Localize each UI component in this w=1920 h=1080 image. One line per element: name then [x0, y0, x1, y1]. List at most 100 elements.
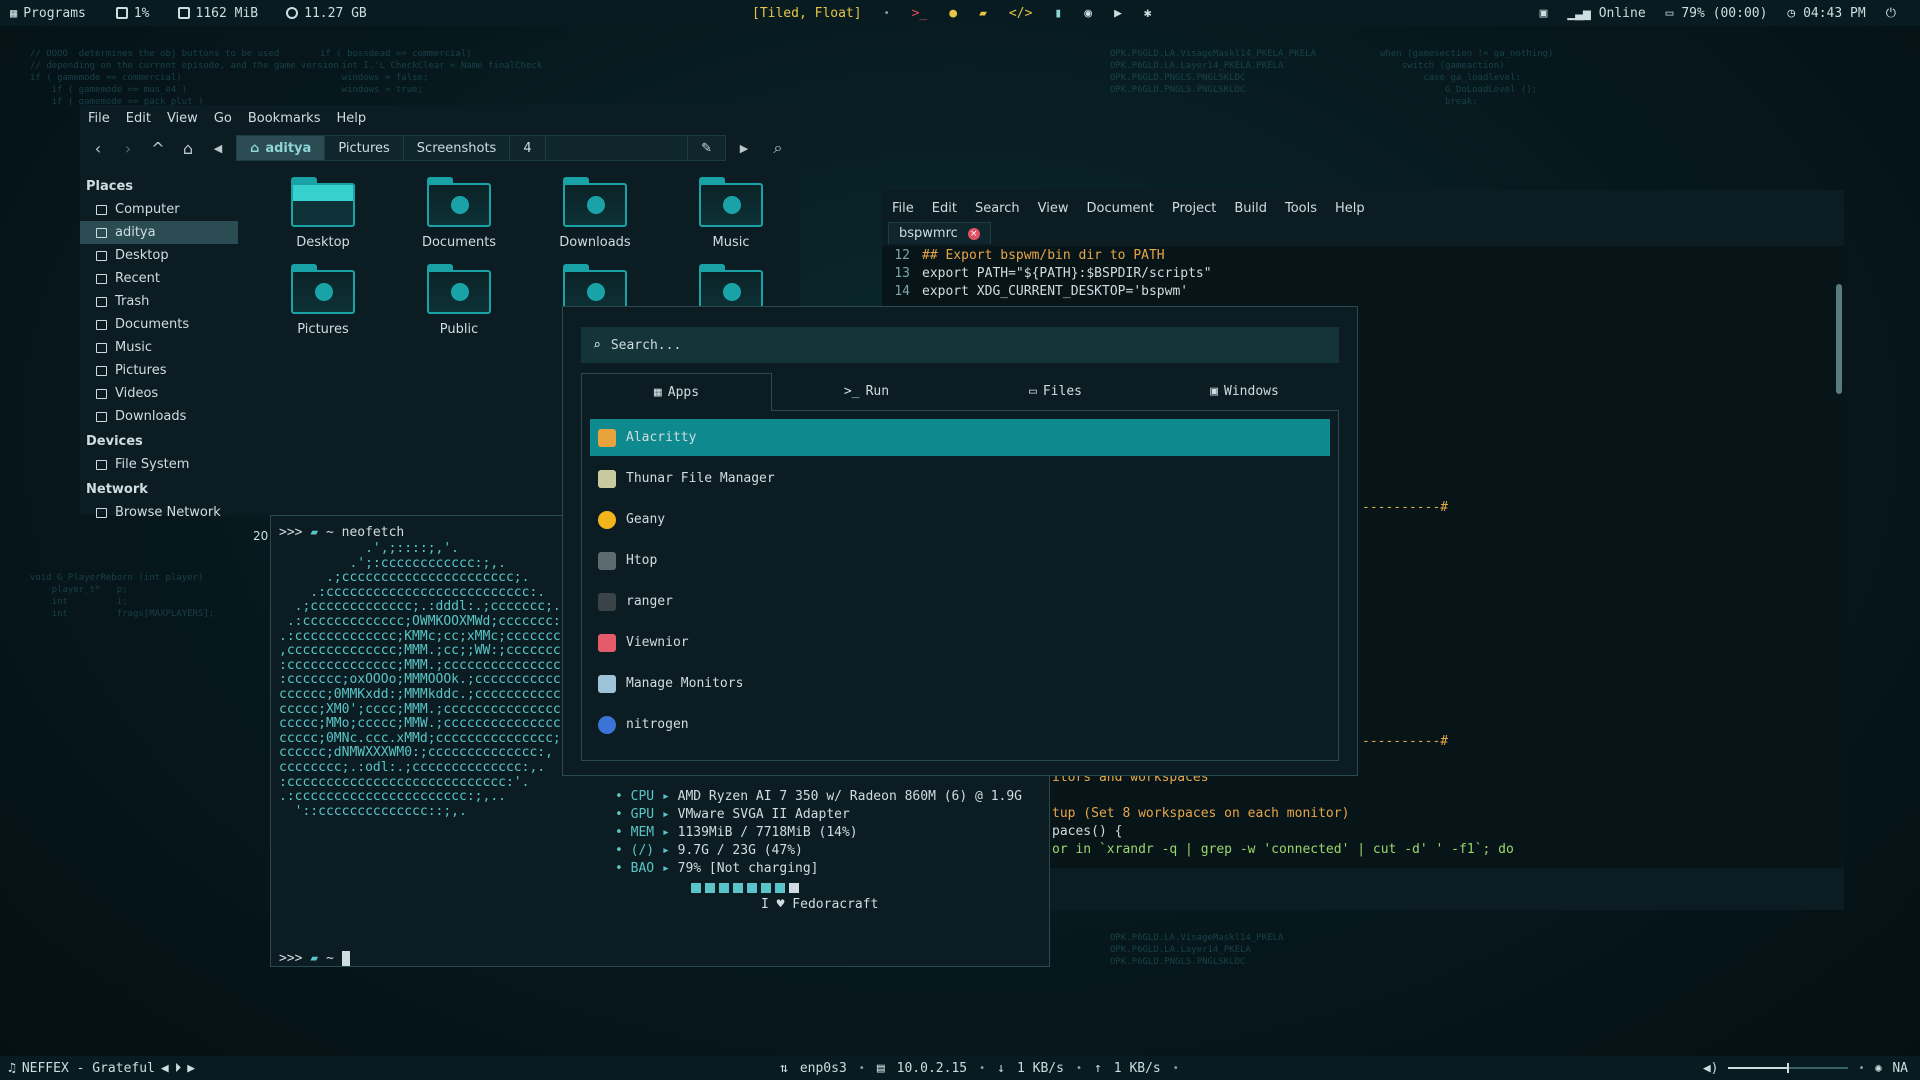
- folder-icon[interactable]: ▰: [979, 6, 987, 21]
- folder-pictures[interactable]: Pictures: [255, 264, 391, 337]
- crumb-4[interactable]: 4: [510, 136, 546, 160]
- sidebar-item-browse-network[interactable]: Browse Network: [80, 501, 240, 524]
- chat-icon[interactable]: ◉: [1084, 6, 1092, 21]
- tab-files[interactable]: ▭ Files: [961, 373, 1150, 411]
- geany-menu-document[interactable]: Document: [1086, 201, 1153, 216]
- power-icon[interactable]: ⏻: [1886, 6, 1896, 21]
- fm-menu-file[interactable]: File: [88, 111, 110, 126]
- wifi-widget[interactable]: ▁▃▅ Online: [1567, 6, 1645, 21]
- crumb-left-icon[interactable]: ◀: [206, 136, 230, 160]
- play-icon[interactable]: ⏵: [175, 1061, 182, 1076]
- geany-menu-file[interactable]: File: [892, 201, 914, 216]
- terminal-icon[interactable]: >_: [912, 6, 928, 21]
- sidebar-item-filesystem[interactable]: File System: [80, 453, 240, 476]
- crumb-pictures[interactable]: Pictures: [325, 136, 404, 160]
- search-input[interactable]: Search...: [611, 338, 681, 353]
- neofetch-art-line: cccccccc;.:odl:.;cccccccccccccc:,.: [279, 760, 546, 775]
- ranger-icon: [598, 592, 616, 611]
- folder-desktop[interactable]: Desktop: [255, 177, 391, 250]
- color-swatch: [733, 883, 743, 893]
- sidebar-item-trash[interactable]: Trash: [80, 290, 240, 313]
- download-icon: ↓: [997, 1060, 1005, 1076]
- volume-slider[interactable]: [1728, 1063, 1849, 1073]
- geany-tab-bspwmrc[interactable]: bspwmrc ×: [888, 222, 991, 244]
- previous-icon[interactable]: ◀: [161, 1061, 169, 1076]
- disk-icon: [286, 7, 299, 19]
- neofetch-art-line: cccccc;dNMWXXXWM0:;cccccccccccccc:,: [279, 745, 553, 761]
- layout-mode[interactable]: [Tiled, Float]: [752, 6, 862, 21]
- sidebar-item-music[interactable]: Music: [80, 336, 240, 359]
- folder-public[interactable]: Public: [391, 264, 527, 337]
- fm-menu-view[interactable]: View: [167, 111, 198, 126]
- geany-menu-build[interactable]: Build: [1234, 201, 1267, 216]
- geany-menu-help[interactable]: Help: [1335, 201, 1365, 216]
- server-icon: ▤: [876, 1060, 885, 1076]
- folder-downloads[interactable]: Downloads: [527, 177, 663, 250]
- neofetch-art-line: .:ccccccccccccc;KMMc;cc;xMMc;ccccccc:.: [279, 628, 577, 644]
- sidebar-item-desktop[interactable]: Desktop: [80, 244, 240, 267]
- upload-icon: ↑: [1093, 1060, 1102, 1076]
- code-icon[interactable]: </>: [1009, 6, 1032, 21]
- pictures-icon: [96, 365, 107, 376]
- app-item-thunar[interactable]: Thunar File Manager: [590, 460, 1330, 497]
- search-icon[interactable]: ⌕: [766, 136, 790, 160]
- crumb-right-icon[interactable]: ▶: [732, 136, 756, 160]
- volume-icon[interactable]: ◀): [1703, 1061, 1719, 1076]
- sidebar-item-videos[interactable]: Videos: [80, 382, 240, 405]
- fm-menu-help[interactable]: Help: [336, 111, 366, 126]
- app-item-alacritty[interactable]: Alacritty: [590, 419, 1330, 456]
- geany-menu-view[interactable]: View: [1038, 201, 1069, 216]
- gear-icon[interactable]: ✱: [1144, 6, 1152, 21]
- forward-icon[interactable]: ›: [116, 136, 140, 160]
- app-item-htop[interactable]: Htop: [590, 542, 1330, 579]
- back-icon[interactable]: ‹: [86, 136, 110, 160]
- sidebar-item-pictures[interactable]: Pictures: [80, 359, 240, 382]
- folder-icon: [291, 177, 355, 227]
- crumb-aditya[interactable]: ⌂ aditya: [237, 136, 326, 160]
- geany-menu-tools[interactable]: Tools: [1285, 201, 1317, 216]
- app-item-ranger[interactable]: ranger: [590, 583, 1330, 620]
- youtube-icon[interactable]: ▶: [1114, 6, 1122, 21]
- sidebar-item-recent[interactable]: Recent: [80, 267, 240, 290]
- network-icon: [96, 507, 107, 518]
- folder-icon: ▰: [310, 525, 326, 540]
- sidebar-item-computer[interactable]: Computer: [80, 198, 240, 221]
- sidebar-item-documents[interactable]: Documents: [80, 313, 240, 336]
- neofetch-art-line: cccccc;0MMKxdd:;MMMkddc.;cccccccccccc;: [279, 687, 577, 702]
- folder-documents[interactable]: Documents: [391, 177, 527, 250]
- next-icon[interactable]: ▶: [187, 1061, 195, 1076]
- geany-menu-project[interactable]: Project: [1172, 201, 1216, 216]
- home-icon[interactable]: ⌂: [176, 136, 200, 160]
- fm-menu-edit[interactable]: Edit: [126, 111, 151, 126]
- folder-music[interactable]: Music: [663, 177, 799, 250]
- launcher-search-bar[interactable]: ⌕ Search...: [581, 327, 1339, 363]
- volume-knob[interactable]: [1787, 1063, 1790, 1073]
- moon-icon[interactable]: ●: [949, 6, 957, 21]
- book-icon[interactable]: ▮: [1054, 6, 1062, 21]
- clock-widget[interactable]: ◷ 04:43 PM: [1787, 6, 1865, 21]
- sidebar-item-downloads[interactable]: Downloads: [80, 405, 240, 428]
- launcher-icons: [Tiled, Float] • >_ ● ▰ </> ▮ ◉ ▶ ✱: [752, 0, 1152, 26]
- up-icon[interactable]: ^: [146, 136, 170, 160]
- app-item-manage-monitors[interactable]: Manage Monitors: [590, 665, 1330, 702]
- sidebar-item-aditya[interactable]: aditya: [80, 221, 238, 244]
- app-item-nitrogen[interactable]: nitrogen: [590, 706, 1330, 743]
- update-icon[interactable]: ▣: [1540, 6, 1548, 21]
- viewnior-icon: [598, 633, 616, 652]
- close-icon[interactable]: ×: [967, 227, 980, 240]
- tab-windows[interactable]: ▣ Windows: [1150, 373, 1339, 411]
- app-item-geany[interactable]: Geany: [590, 501, 1330, 538]
- tab-apps[interactable]: ▦ Apps: [581, 373, 772, 411]
- geany-menu-search[interactable]: Search: [975, 201, 1020, 216]
- vertical-scrollbar[interactable]: [1836, 284, 1842, 394]
- fm-sidebar: Places Computer aditya Desktop Recent Tr…: [80, 173, 240, 524]
- tab-run[interactable]: >_ Run: [772, 373, 961, 411]
- programs-menu[interactable]: ▦ Programs: [10, 6, 86, 21]
- edit-path-icon[interactable]: ✎: [687, 136, 725, 160]
- app-item-viewnior[interactable]: Viewnior: [590, 624, 1330, 661]
- fm-menu-go[interactable]: Go: [214, 111, 232, 126]
- fm-menu-bookmarks[interactable]: Bookmarks: [248, 111, 321, 126]
- info-cpu: • CPU ▸ AMD Ryzen AI 7 350 w/ Radeon 860…: [615, 789, 1022, 804]
- geany-menu-edit[interactable]: Edit: [932, 201, 957, 216]
- crumb-screenshots[interactable]: Screenshots: [404, 136, 511, 160]
